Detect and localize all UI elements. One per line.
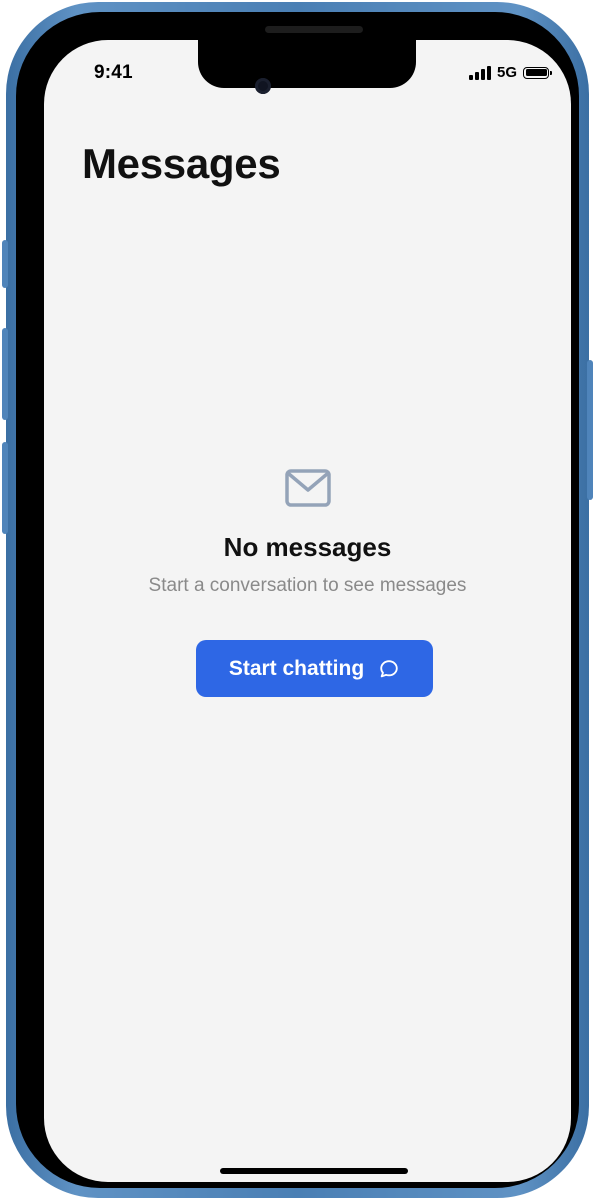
status-indicators: 5G: [468, 64, 552, 81]
empty-state-subtitle: Start a conversation to see messages: [148, 575, 467, 596]
start-chatting-button[interactable]: Start chatting: [196, 640, 433, 697]
notch: [198, 40, 416, 88]
phone-bezel: 9:41 5G Messages No messages Start a con…: [16, 12, 579, 1188]
volume-up-button: [2, 328, 8, 420]
chat-bubble-icon: [380, 659, 398, 677]
home-indicator[interactable]: [220, 1168, 408, 1174]
speaker-grille: [265, 26, 363, 33]
network-type: 5G: [496, 64, 517, 81]
empty-state: No messages Start a conversation to see …: [44, 468, 571, 597]
mail-icon: [284, 469, 331, 507]
empty-state-title: No messages: [223, 532, 392, 562]
page-title: Messages: [82, 140, 281, 187]
power-button: [587, 360, 593, 500]
battery-icon: [523, 66, 552, 79]
status-time: 9:41: [94, 62, 133, 83]
screen: 9:41 5G Messages No messages Start a con…: [44, 40, 571, 1182]
start-chatting-label: Start chatting: [228, 656, 365, 680]
phone-frame: 9:41 5G Messages No messages Start a con…: [2, 2, 593, 1198]
action-button: [2, 240, 8, 288]
cellular-signal-icon: [468, 65, 491, 80]
volume-down-button: [2, 442, 8, 534]
front-camera: [255, 78, 271, 94]
